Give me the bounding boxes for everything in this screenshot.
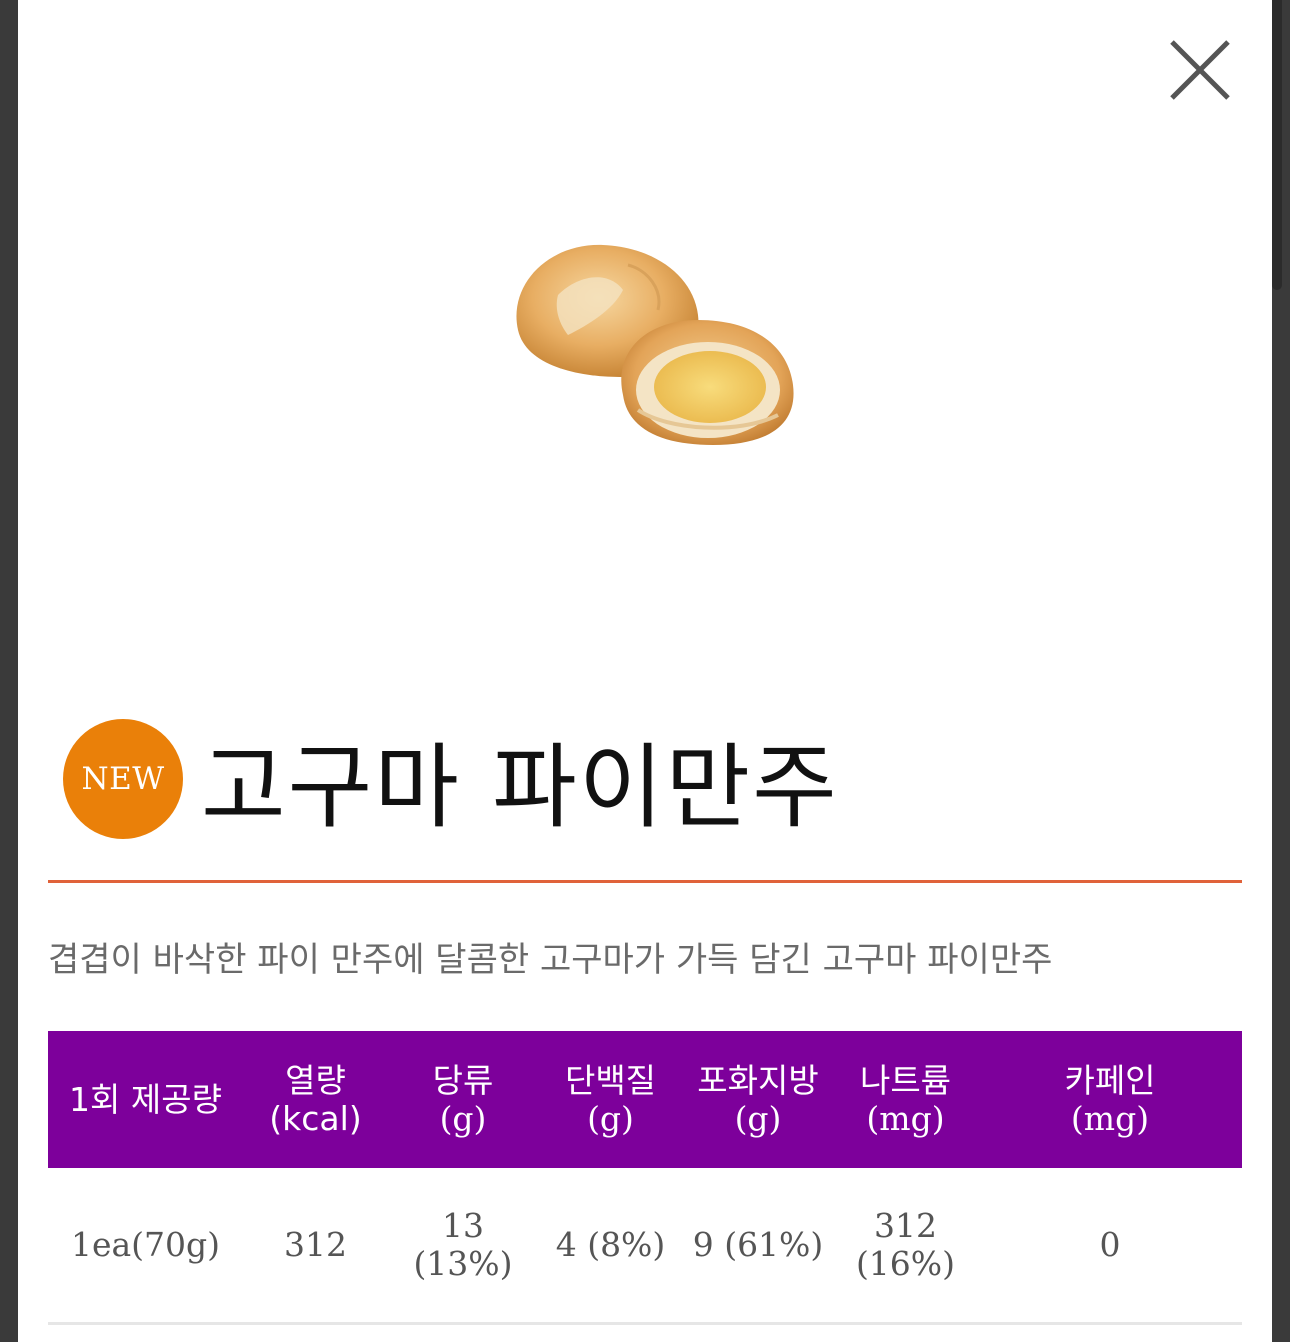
value-protein: 4 (8%)	[555, 1224, 666, 1264]
header-serving: 1회 제공량	[69, 1079, 222, 1119]
product-image	[488, 235, 828, 460]
product-title-row: NEW 고구마 파이만주	[63, 718, 839, 841]
value-sodium: 312 (16%)	[855, 1205, 956, 1283]
close-button[interactable]	[1168, 38, 1232, 102]
close-icon[interactable]	[1168, 38, 1232, 102]
value-calories: 312	[284, 1224, 347, 1264]
header-calories: 열량(kcal)	[269, 1060, 362, 1138]
header-saturated-fat: 포화지방 (g)	[697, 1060, 819, 1138]
value-caffeine: 0	[1099, 1224, 1121, 1264]
header-sugar: 당류 (g)	[432, 1060, 494, 1138]
nutrition-header-row: 1회 제공량 열량(kcal) 당류 (g) 단백질 (g) 포화지방 (g) 나트륨…	[48, 1031, 1242, 1168]
product-description: 겹겹이 바삭한 파이 만주에 달콤한 고구마가 가득 담긴 고구마 파이만주	[48, 940, 1053, 980]
scrollbar[interactable]	[1272, 0, 1282, 290]
product-title: 고구마 파이만주	[201, 733, 839, 841]
header-sodium: 나트륨 (mg)	[859, 1060, 952, 1138]
header-protein: 단백질 (g)	[564, 1060, 657, 1138]
value-saturated-fat: 9 (61%)	[692, 1224, 824, 1264]
value-serving: 1ea(70g)	[70, 1224, 221, 1264]
new-badge: NEW	[63, 719, 183, 839]
value-sugar: 13 (13%)	[413, 1205, 513, 1283]
title-divider	[48, 880, 1242, 883]
nutrition-table: 1회 제공량 열량(kcal) 당류 (g) 단백질 (g) 포화지방 (g) 나트륨…	[48, 1031, 1242, 1325]
product-detail-modal: NEW 고구마 파이만주 겹겹이 바삭한 파이 만주에 달콤한 고구마가 가득 …	[18, 0, 1272, 1342]
table-row: 1ea(70g) 312 13 (13%) 4 (8%) 9 (61%) 312(…	[48, 1168, 1242, 1323]
header-caffeine: 카페인 (mg)	[1064, 1060, 1156, 1138]
